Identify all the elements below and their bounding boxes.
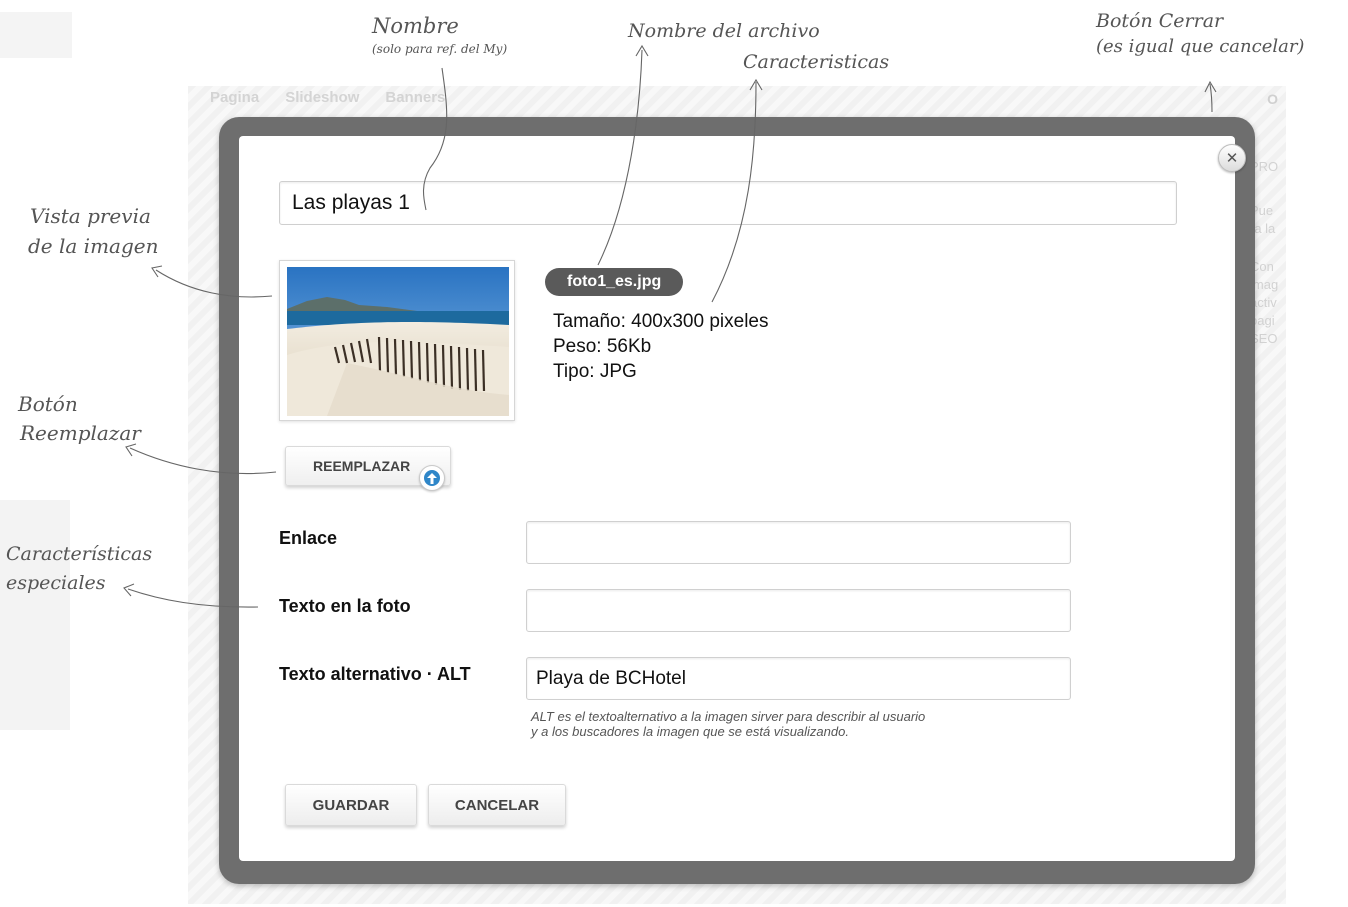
file-weight: Peso: 56Kb [553,336,652,357]
image-edit-modal: foto1_es.jpg Tamaño: 400x300 pixeles Pes… [219,117,1255,884]
modal-body: foto1_es.jpg Tamaño: 400x300 pixeles Pes… [239,136,1246,861]
note-nombre-sub: (solo para ref. del My) [372,42,508,56]
note-cerrar-1: Botón Cerrar [1096,10,1224,32]
note-vista-2: de la imagen [28,234,159,258]
note-cerrar-2: (es igual que cancelar) [1096,36,1305,57]
alt-help-line-2: y a los buscadores la imagen que se está… [531,724,849,739]
bg-right-letter: O [1267,91,1278,107]
beach-photo [287,267,509,416]
alt-help-line-1: ALT es el textoalternativo a la imagen s… [531,709,926,724]
bg-tab-pagina: Pagina [210,89,260,106]
background-block [0,12,72,58]
link-label: Enlace [279,528,338,548]
note-reemplazar-1: Botón [18,392,78,416]
bg-tab-banners: Banners [385,89,446,106]
alt-text-label: Texto alternativo · ALT [279,664,471,684]
note-reemplazar-2: Reemplazar [20,421,141,445]
image-name-input[interactable] [279,181,1177,225]
alt-text-input[interactable] [526,657,1071,700]
note-vista-1: Vista previa [30,204,151,228]
save-button[interactable]: GUARDAR [285,784,417,826]
upload-arrow-icon[interactable] [419,465,445,491]
file-type: Tipo: JPG [553,361,637,382]
up-arrow-icon [427,472,437,484]
upload-arrow-icon-circle [424,470,440,486]
photo-text-label: Texto en la foto [279,596,411,616]
note-caracteristicas: Caracteristicas [743,51,890,73]
background-left-panel [0,500,70,730]
cancel-button[interactable]: CANCELAR [428,784,566,826]
background-tabs: Pagina Slideshow Banners [210,89,445,106]
note-especiales-1: Características [6,543,153,565]
link-input[interactable] [526,521,1071,564]
close-icon[interactable]: ✕ [1218,144,1246,172]
file-size: Tamaño: 400x300 pixeles [553,311,769,332]
file-name-badge: foto1_es.jpg [545,268,684,296]
image-preview [279,260,515,421]
file-details: Tamaño: 400x300 pixeles Peso: 56Kb Tipo:… [553,309,768,384]
note-nombre: Nombre [372,14,459,38]
alt-help-text: ALT es el textoalternativo a la imagen s… [531,709,1051,739]
note-archivo: Nombre del archivo [628,20,820,42]
photo-text-input[interactable] [526,589,1071,632]
note-especiales-2: especiales [6,572,106,594]
bg-tab-slideshow: Slideshow [285,89,360,106]
